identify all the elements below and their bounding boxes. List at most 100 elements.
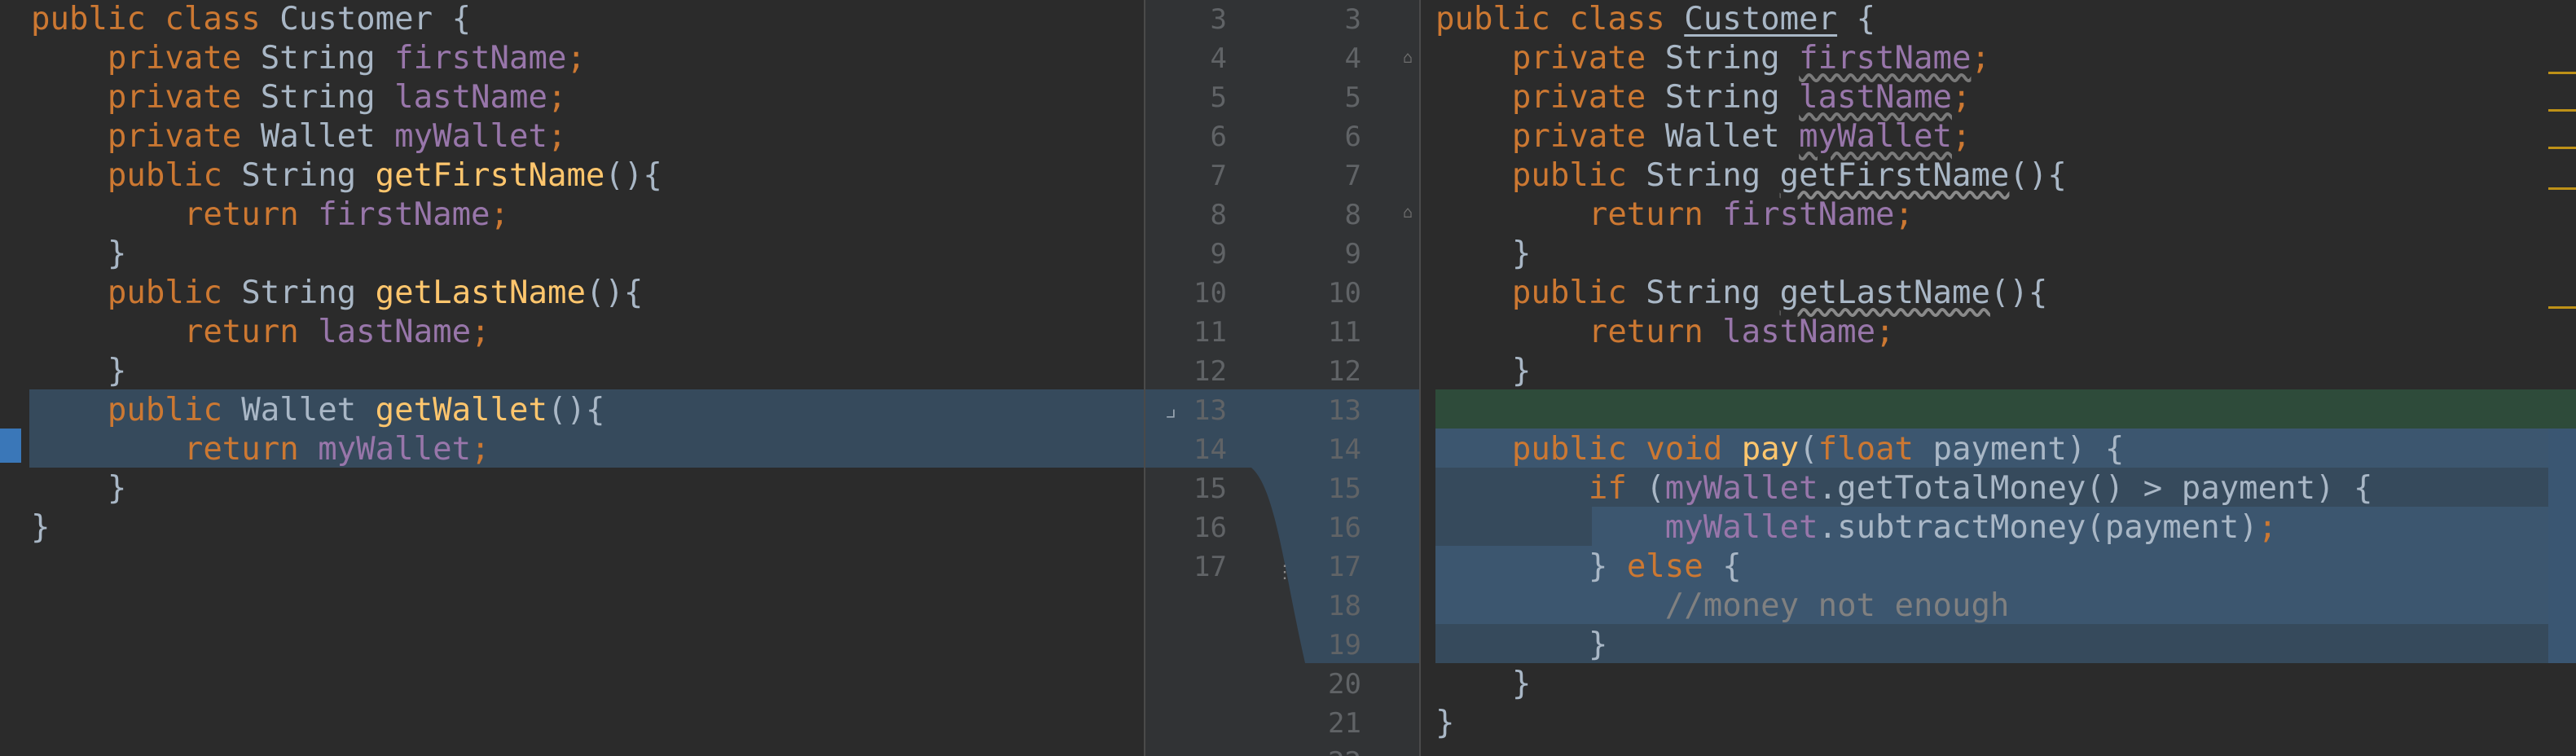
code-token: ; bbox=[2257, 509, 2278, 546]
code-line[interactable]: private String lastName; bbox=[0, 78, 1144, 117]
code-line[interactable]: return lastName; bbox=[1421, 313, 2576, 352]
code-token: myWallet bbox=[318, 431, 472, 468]
code-token: } bbox=[1435, 705, 1455, 741]
code-token: pay bbox=[1741, 431, 1800, 468]
code-token: private bbox=[31, 118, 261, 155]
code-token: String bbox=[1664, 79, 1800, 116]
code-token: firstName bbox=[318, 196, 490, 233]
code-line[interactable]: public void pay(float payment) { bbox=[1421, 430, 2576, 469]
left-line-number: 3 bbox=[1210, 3, 1227, 36]
left-editor-pane[interactable]: public class Customer { private String f… bbox=[0, 0, 1144, 756]
code-token: getFirstName bbox=[375, 157, 605, 194]
code-line[interactable]: } bbox=[1421, 704, 2576, 743]
right-line-number: 20 bbox=[1328, 668, 1361, 701]
code-line[interactable]: } bbox=[1421, 352, 2576, 391]
code-line[interactable]: if (myWallet.getTotalMoney() > payment) … bbox=[1421, 469, 2576, 508]
code-token: } bbox=[31, 353, 127, 389]
fold-icon[interactable]: ⌂ bbox=[1403, 47, 1419, 68]
code-line[interactable]: public String getFirstName(){ bbox=[0, 156, 1144, 196]
resize-handle-icon[interactable]: ⋮ bbox=[1276, 562, 1294, 582]
fold-icon[interactable]: ⌂ bbox=[1145, 47, 1154, 68]
code-token: payment) { bbox=[1932, 431, 2125, 468]
code-token: (){ bbox=[1989, 275, 2048, 311]
right-line-number: 18 bbox=[1328, 590, 1361, 622]
code-token: ; bbox=[1951, 118, 1972, 155]
code-token: lastName bbox=[394, 79, 547, 116]
code-line[interactable]: private String firstName; bbox=[1421, 39, 2576, 78]
apply-change-icon[interactable]: ⌟ bbox=[1163, 394, 1178, 423]
code-line[interactable]: private String firstName; bbox=[0, 39, 1144, 78]
code-token: firstName bbox=[394, 40, 567, 77]
code-line[interactable]: } else { bbox=[1421, 547, 2576, 587]
warning-stripe[interactable] bbox=[2548, 306, 2576, 309]
left-line-number: 9 bbox=[1210, 238, 1227, 270]
left-line-number: 17 bbox=[1193, 551, 1227, 583]
code-line[interactable]: } bbox=[0, 235, 1144, 274]
right-editor-pane[interactable]: public class Customer { private String f… bbox=[1421, 0, 2576, 756]
warning-stripe[interactable] bbox=[2548, 147, 2576, 149]
code-token: ( bbox=[1646, 470, 1665, 507]
code-line[interactable]: } bbox=[0, 508, 1144, 547]
code-line[interactable]: public class Customer { bbox=[1421, 0, 2576, 39]
code-token: } bbox=[1435, 235, 1532, 272]
code-token: lastName bbox=[1799, 79, 1952, 116]
code-line[interactable]: private Wallet myWallet; bbox=[1421, 117, 2576, 156]
scrollbar-change-marker[interactable] bbox=[2548, 429, 2576, 663]
code-token: String bbox=[260, 40, 395, 77]
code-token: getLastName bbox=[1779, 275, 1990, 311]
code-token: lastName bbox=[1722, 314, 1876, 350]
code-token: else bbox=[1626, 548, 1723, 585]
code-line[interactable]: //money not enough bbox=[1421, 587, 2576, 626]
left-line-number: 10 bbox=[1193, 277, 1227, 310]
warning-stripe[interactable] bbox=[2548, 72, 2576, 74]
code-line[interactable]: public Wallet getWallet(){ bbox=[0, 391, 1144, 430]
left-line-number: 11 bbox=[1193, 316, 1227, 349]
warning-stripe[interactable] bbox=[2548, 187, 2576, 190]
code-token: } bbox=[31, 509, 51, 546]
right-line-number: 13 bbox=[1328, 394, 1361, 427]
code-token: (){ bbox=[547, 392, 605, 429]
code-line[interactable]: private String lastName; bbox=[1421, 78, 2576, 117]
left-line-number: 7 bbox=[1210, 160, 1227, 192]
code-line[interactable]: return firstName; bbox=[1421, 196, 2576, 235]
code-line[interactable]: return firstName; bbox=[0, 196, 1144, 235]
right-line-number: 7 bbox=[1344, 160, 1361, 192]
code-token: return bbox=[31, 196, 319, 233]
right-line-number: 5 bbox=[1344, 81, 1361, 114]
code-line[interactable]: public String getLastName(){ bbox=[0, 274, 1144, 313]
code-line[interactable] bbox=[1421, 391, 2576, 430]
left-line-number: 12 bbox=[1193, 355, 1227, 388]
code-line[interactable]: public String getFirstName(){ bbox=[1421, 156, 2576, 196]
code-token: { bbox=[1837, 1, 1876, 37]
fold-icon[interactable]: ⌂ bbox=[1403, 202, 1419, 223]
code-token: } bbox=[1435, 548, 1627, 585]
code-token: Wallet bbox=[241, 392, 376, 429]
code-token: } bbox=[1435, 626, 1608, 663]
code-token: (){ bbox=[2009, 157, 2067, 194]
right-line-number: 22 bbox=[1296, 743, 1361, 756]
code-token: private bbox=[31, 40, 261, 77]
code-line[interactable]: private Wallet myWallet; bbox=[0, 117, 1144, 156]
code-token: ; bbox=[1894, 196, 1914, 233]
code-token: getLastName bbox=[375, 275, 586, 311]
code-line[interactable]: return myWallet; bbox=[0, 430, 1144, 469]
code-line[interactable]: public class Customer { bbox=[0, 0, 1144, 39]
code-token: private bbox=[1435, 40, 1665, 77]
warning-stripe[interactable] bbox=[2548, 109, 2576, 112]
code-line[interactable]: public String getLastName(){ bbox=[1421, 274, 2576, 313]
code-token: void bbox=[1646, 431, 1742, 468]
code-line[interactable]: } bbox=[0, 469, 1144, 508]
code-line[interactable]: } bbox=[1421, 235, 2576, 274]
code-token: return bbox=[1435, 196, 1723, 233]
code-token: public bbox=[31, 275, 242, 311]
fold-icon[interactable]: ⌂ bbox=[1145, 202, 1154, 223]
code-line[interactable]: } bbox=[1421, 626, 2576, 665]
code-line[interactable]: } bbox=[1421, 665, 2576, 704]
left-line-number: 16 bbox=[1193, 512, 1227, 544]
code-line[interactable]: myWallet.subtractMoney(payment); bbox=[1421, 508, 2576, 547]
right-line-number: 12 bbox=[1328, 355, 1361, 388]
code-line[interactable]: return lastName; bbox=[0, 313, 1144, 352]
code-token: getFirstName bbox=[1779, 157, 2010, 194]
right-line-number: 3 bbox=[1344, 3, 1361, 36]
code-line[interactable]: } bbox=[0, 352, 1144, 391]
